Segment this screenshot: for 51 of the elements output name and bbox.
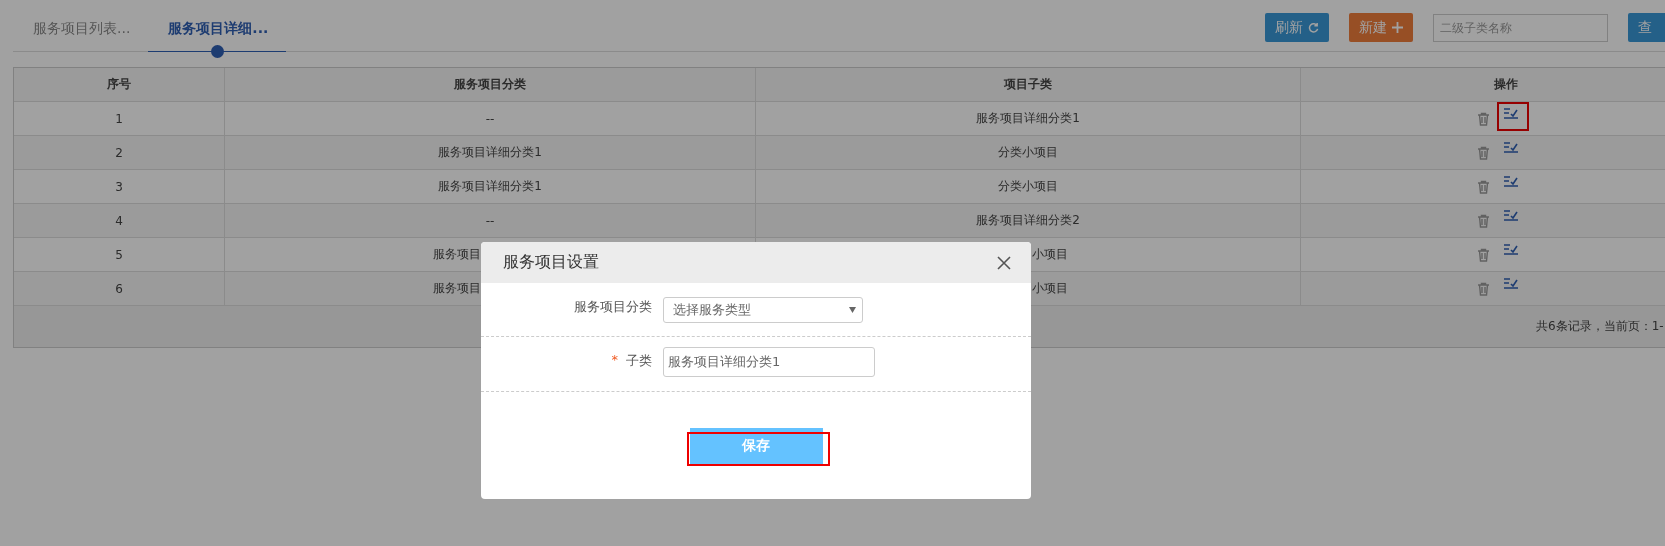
input-field[interactable]: 服务项目详细分类1: [663, 347, 875, 377]
trash-icon[interactable]: [1477, 111, 1490, 126]
table-cell: 服务项目: [433, 246, 481, 263]
plus-icon: [1392, 22, 1403, 33]
trash-icon[interactable]: [1477, 213, 1490, 228]
edit-icon: [1504, 175, 1518, 187]
table-cell: 服务项目: [433, 280, 481, 297]
trash-icon[interactable]: [1477, 145, 1490, 160]
table-cell: 5: [115, 247, 123, 262]
refresh-icon: [1308, 22, 1319, 33]
required-mark: *: [611, 352, 618, 369]
table-cell: 服务项目详细分类1: [438, 178, 542, 195]
new-button[interactable]: 新建: [1349, 13, 1413, 42]
close-button[interactable]: [997, 255, 1011, 270]
edit-icon: [1504, 243, 1518, 255]
edit-icon: [1504, 209, 1518, 221]
table-cell: 服务项目详细分类1: [438, 144, 542, 161]
table-cell: 小项目: [1032, 280, 1068, 297]
tab[interactable]: 服务项目列表...: [13, 20, 149, 58]
column-header: 项目子类: [756, 68, 1301, 101]
edit-icon: [1504, 107, 1518, 119]
field-label: 子类: [626, 352, 652, 370]
trash-icon[interactable]: [1477, 281, 1490, 296]
column-header: 序号: [14, 68, 225, 101]
table-cell: --: [485, 213, 495, 228]
table-cell: 服务项目详细分类2: [976, 212, 1080, 229]
field-label: 服务项目分类: [574, 298, 652, 316]
edit-icon: [1504, 141, 1518, 153]
table-cell: --: [485, 111, 495, 126]
table-cell: 1: [115, 111, 123, 126]
table-cell: 服务项目详细分类1: [976, 110, 1080, 127]
table-cell: 2: [115, 145, 123, 160]
table-cell: 3: [115, 179, 123, 194]
table-cell: 4: [115, 213, 123, 228]
save-button[interactable]: 保存: [689, 428, 823, 464]
dialog-title: 服务项目设置: [503, 252, 599, 273]
refresh-button[interactable]: 刷新: [1265, 13, 1329, 42]
column-header: 操作: [1301, 68, 1665, 101]
table-cell: 6: [115, 281, 123, 296]
trash-icon[interactable]: [1477, 179, 1490, 194]
table-cell: 小项目: [1032, 246, 1068, 263]
trash-icon[interactable]: [1477, 247, 1490, 262]
category-select[interactable]: 选择服务类型: [663, 296, 863, 323]
table-cell: 分类小项目: [998, 144, 1058, 161]
pagination-text: 共6条记录，当前页：1-: [1536, 318, 1664, 335]
edit-button[interactable]: [1497, 101, 1529, 131]
tab[interactable]: 服务项目详细...: [148, 20, 287, 58]
table-cell: 分类小项目: [998, 178, 1058, 195]
query-button[interactable]: 查: [1628, 13, 1665, 42]
edit-icon: [1504, 277, 1518, 289]
column-header: 服务项目分类: [225, 68, 756, 101]
